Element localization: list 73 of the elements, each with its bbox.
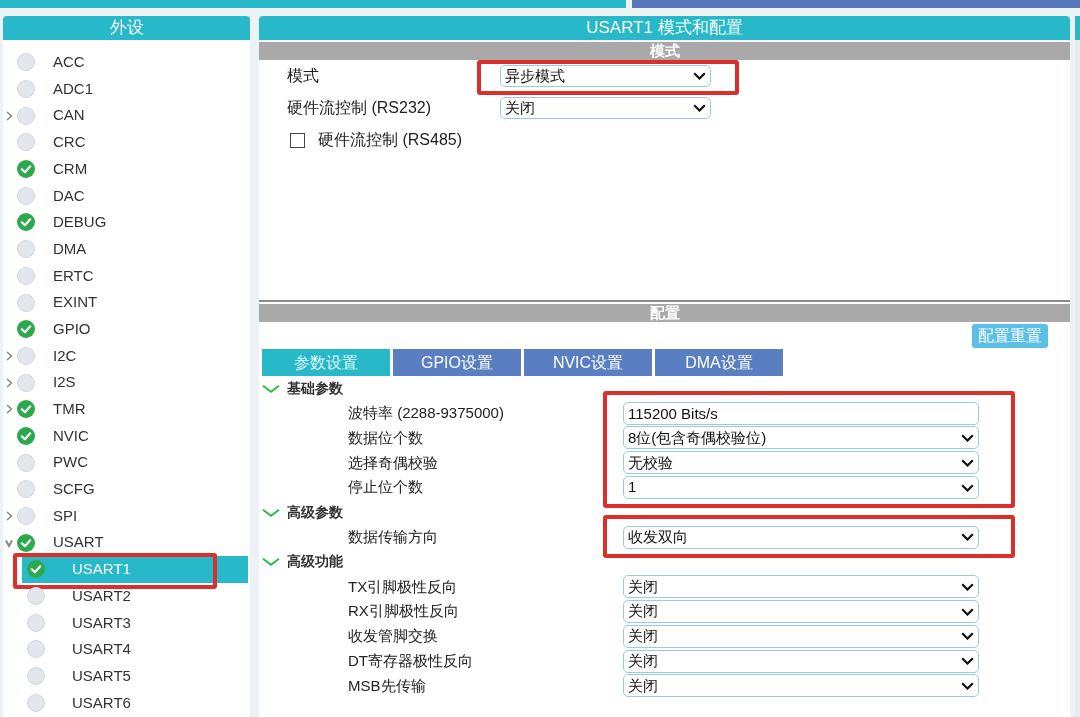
field-label: 数据传输方向: [348, 527, 438, 545]
dropdown-field[interactable]: 收发双向: [623, 525, 979, 549]
sidebar-item[interactable]: USART2: [22, 582, 248, 610]
field-label: RX引脚极性反向: [348, 602, 459, 620]
sidebar-item[interactable]: SPI: [3, 502, 250, 530]
text-field[interactable]: 115200 Bits/s: [623, 401, 979, 425]
dropdown-field[interactable]: 关闭: [623, 674, 979, 698]
checkbox[interactable]: [290, 132, 305, 148]
sidebar-item[interactable]: ERTC: [3, 262, 250, 290]
sidebar-item[interactable]: USART5: [22, 662, 248, 690]
field-label: 硬件流控制 (RS232): [287, 99, 432, 116]
sidebar-item[interactable]: DEBUG: [3, 209, 250, 236]
field-label: DT寄存器极性反向: [348, 651, 473, 669]
dropdown-field[interactable]: 1: [623, 476, 979, 500]
field-label: 停止位个数: [348, 478, 423, 496]
chevron-down-icon: [961, 632, 974, 641]
sidebar-item[interactable]: DMA: [3, 235, 250, 263]
tab[interactable]: [0, 0, 626, 8]
section-header: 配置: [259, 304, 1070, 322]
chevron-down-icon: [961, 681, 974, 690]
sidebar-item[interactable]: EXINT: [3, 289, 250, 316]
field-label: TX引脚极性反向: [348, 577, 458, 595]
dropdown-field[interactable]: 关闭: [500, 97, 711, 119]
field-label: 数据位个数: [348, 428, 423, 446]
sidebar-item[interactable]: USART6: [22, 689, 248, 717]
sidebar-item[interactable]: ACC: [3, 49, 250, 76]
sidebar-item[interactable]: USART3: [22, 609, 248, 637]
sidebar-item[interactable]: TMR: [3, 395, 250, 423]
tab[interactable]: GPIO设置: [393, 349, 521, 376]
panel-header: USART1 模式和配置: [259, 16, 1070, 40]
field-label: 模式: [287, 67, 319, 84]
dropdown-field[interactable]: 无校验: [623, 451, 979, 475]
dropdown-field[interactable]: 关闭: [623, 600, 979, 624]
field-label: 收发管脚交换: [348, 627, 438, 645]
chevron-down-icon: [961, 533, 974, 542]
section-toggle[interactable]: 基础参数: [259, 376, 1070, 401]
sidebar-item[interactable]: DAC: [3, 182, 250, 210]
dropdown-field[interactable]: 8位(包含奇偶校验位): [623, 426, 979, 450]
sidebar-item[interactable]: CAN: [3, 102, 250, 130]
tab[interactable]: NVIC设置: [524, 349, 652, 376]
section-header: 模式: [259, 42, 1070, 60]
chevron-down-icon: [961, 657, 974, 666]
sidebar-item[interactable]: USART: [3, 529, 250, 557]
sidebar-item[interactable]: CRM: [3, 155, 250, 183]
section-toggle[interactable]: 高级参数: [259, 500, 1070, 525]
sidebar-header: 外设: [3, 16, 250, 40]
chevron-down-icon: [961, 434, 974, 442]
chevron-down-icon: [961, 582, 974, 591]
checkbox-label: 硬件流控制 (RS485): [318, 130, 463, 150]
sidebar-item[interactable]: USART4: [22, 636, 248, 663]
dropdown-field[interactable]: 异步模式: [500, 65, 711, 87]
chevron-down-icon: [693, 104, 706, 112]
chevron-down-icon: [961, 458, 974, 467]
sidebar-item[interactable]: CRC: [3, 129, 250, 156]
sidebar-item[interactable]: I2C: [3, 342, 250, 370]
dropdown-field[interactable]: 关闭: [623, 624, 979, 648]
sidebar-item[interactable]: SCFG: [3, 476, 250, 503]
chevron-down-icon: [961, 607, 974, 616]
field-label: 波特率 (2288-9375000): [348, 403, 504, 421]
chevron-down-icon: [693, 72, 706, 80]
sidebar-item[interactable]: PWC: [3, 449, 250, 476]
sidebar-item[interactable]: NVIC: [3, 422, 250, 450]
tab[interactable]: DMA设置: [655, 349, 783, 376]
section-toggle[interactable]: 高级功能: [259, 549, 1070, 575]
field-label: 选择奇偶校验: [348, 453, 438, 471]
field-label: MSB先传输: [348, 676, 426, 694]
chevron-down-icon: [961, 483, 974, 492]
sidebar-item[interactable]: ADC1: [3, 75, 250, 103]
dropdown-field[interactable]: 关闭: [623, 649, 979, 673]
dropdown-field[interactable]: 关闭: [623, 575, 979, 599]
sidebar-item[interactable]: GPIO: [3, 315, 250, 343]
sidebar-item[interactable]: I2S: [3, 369, 250, 396]
tab[interactable]: [632, 0, 1080, 8]
